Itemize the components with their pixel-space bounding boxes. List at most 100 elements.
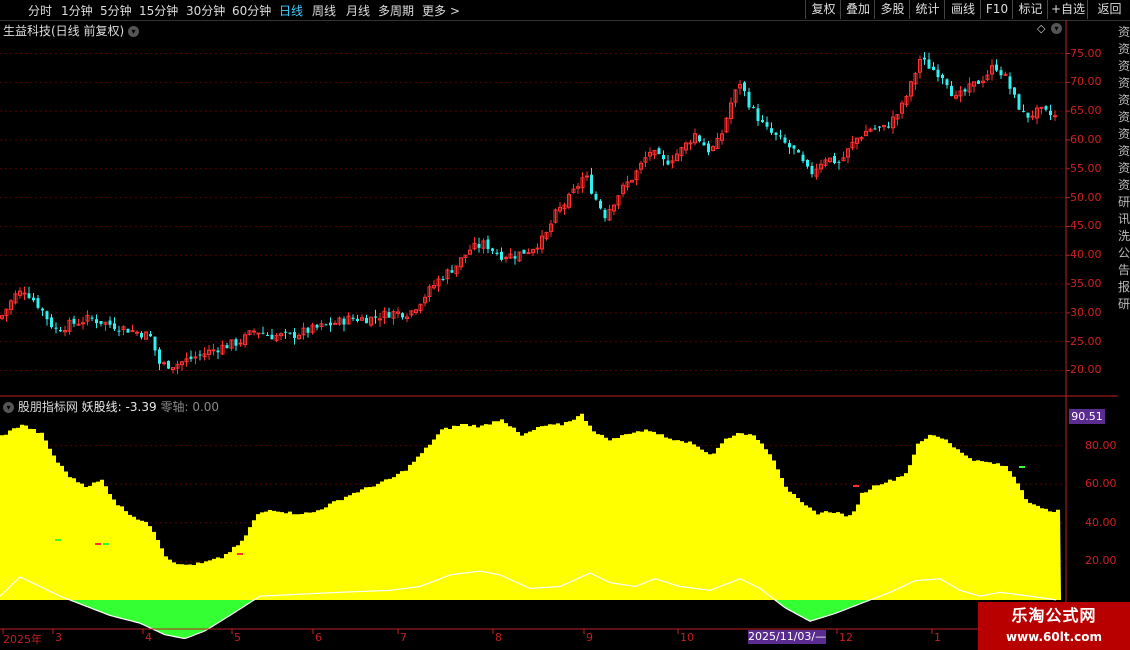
candle-body: [1053, 115, 1057, 118]
x-tick-label: 5: [234, 631, 241, 644]
candle-body: [504, 257, 508, 260]
candle-body: [657, 148, 661, 155]
candle-body: [135, 331, 139, 334]
candle-body: [833, 155, 836, 164]
candle-body: [810, 165, 814, 175]
line-label: 妖股线:: [81, 400, 122, 414]
candle-body: [315, 324, 319, 328]
candle-body: [216, 350, 220, 353]
price-tick-label: 70.00: [1070, 75, 1102, 89]
current-value-badge: 90.51: [1069, 409, 1105, 424]
candle-body: [374, 316, 377, 318]
candle-body: [887, 126, 890, 128]
indicator-tick-label: 80.00: [1085, 438, 1117, 452]
candle-body: [266, 334, 269, 336]
candle-body: [32, 297, 35, 301]
candle-body: [1044, 106, 1048, 110]
candle-body: [22, 292, 27, 295]
candle-body: [747, 91, 751, 108]
candle-body: [950, 85, 953, 97]
candle-body: [792, 145, 796, 149]
candle-body: [477, 243, 481, 248]
price-tick-label: 35.00: [1070, 277, 1102, 291]
price-tick-label: 20.00: [1070, 363, 1102, 377]
candle-body: [761, 119, 764, 123]
x-tick-label: 1: [934, 631, 941, 644]
line-value: -3.39: [125, 400, 157, 414]
candle-body: [225, 345, 229, 349]
candle-body: [770, 128, 773, 133]
candle-body: [167, 360, 170, 369]
candle-body: [599, 200, 602, 209]
candle-body: [365, 317, 368, 324]
candle-body: [1026, 112, 1030, 118]
candle-body: [41, 308, 44, 311]
candle-body: [50, 317, 53, 328]
candle-body: [526, 252, 531, 255]
candle-body: [306, 327, 310, 333]
candle-body: [293, 332, 296, 338]
indicator-name: 股朋指标网: [17, 400, 78, 414]
candle-body: [806, 159, 809, 167]
candle-body: [1022, 110, 1025, 112]
candle-body: [54, 327, 58, 329]
candle-body: [765, 122, 769, 127]
candle-body: [158, 349, 161, 364]
candle-body: [788, 143, 791, 148]
candle-body: [256, 332, 261, 335]
price-tick-label: 30.00: [1070, 305, 1102, 319]
candle-body: [873, 128, 877, 130]
candle-body: [743, 82, 746, 92]
candle-body: [324, 324, 328, 326]
candle-body: [932, 66, 935, 71]
candle-body: [779, 135, 782, 137]
candle-body: [450, 270, 454, 273]
candle-body: [662, 155, 665, 160]
x-tick-label: 4: [145, 631, 152, 644]
indicator-dropdown-icon[interactable]: ▾: [3, 402, 14, 413]
candle-body: [977, 80, 980, 84]
price-tick-label: 40.00: [1070, 248, 1102, 262]
x-tick-label: 7: [400, 631, 407, 644]
side-tab-column[interactable]: 资资资资资资资资资资研讯洗公告报研: [1118, 24, 1130, 394]
candle-body: [941, 74, 944, 79]
price-tick-label: 25.00: [1070, 334, 1102, 348]
candle-body: [923, 57, 926, 60]
candle-body: [234, 339, 238, 346]
candle-body: [500, 251, 503, 260]
candle-body: [1008, 76, 1012, 89]
candle-body: [90, 317, 94, 319]
price-tick-label: 75.00: [1070, 46, 1102, 60]
candle-body: [211, 349, 216, 352]
candle-body: [153, 336, 157, 351]
candle-body: [756, 108, 760, 122]
candle-body: [27, 293, 31, 298]
candle-body: [59, 330, 62, 332]
indicator-tick-label: 40.00: [1085, 515, 1117, 529]
watermark: 乐淘公式网 www.60lt.com: [978, 602, 1130, 650]
x-tick-label: 9: [586, 631, 593, 644]
zero-label: 零轴:: [160, 400, 189, 414]
candle-body: [995, 64, 998, 71]
candle-body: [270, 334, 274, 340]
candle-body: [945, 79, 949, 86]
candle-body: [590, 174, 593, 194]
candle-body: [95, 319, 98, 324]
x-tick-label: 12: [839, 631, 853, 644]
x-tick-label: 3: [55, 631, 62, 644]
candle-body: [666, 160, 670, 165]
x-tick-label: 6: [315, 631, 322, 644]
candle-body: [329, 322, 332, 326]
price-tick-label: 55.00: [1070, 161, 1102, 175]
candle-body: [594, 194, 598, 200]
candle-body: [1049, 110, 1052, 116]
candle-body: [252, 330, 256, 333]
price-tick-label: 50.00: [1070, 190, 1102, 204]
candle-body: [1030, 115, 1035, 118]
candle-body: [441, 278, 445, 280]
candle-body: [284, 331, 287, 333]
candle-body: [707, 143, 710, 153]
candle-body: [149, 333, 152, 337]
candle-body: [936, 69, 940, 78]
candle-body: [401, 313, 404, 318]
